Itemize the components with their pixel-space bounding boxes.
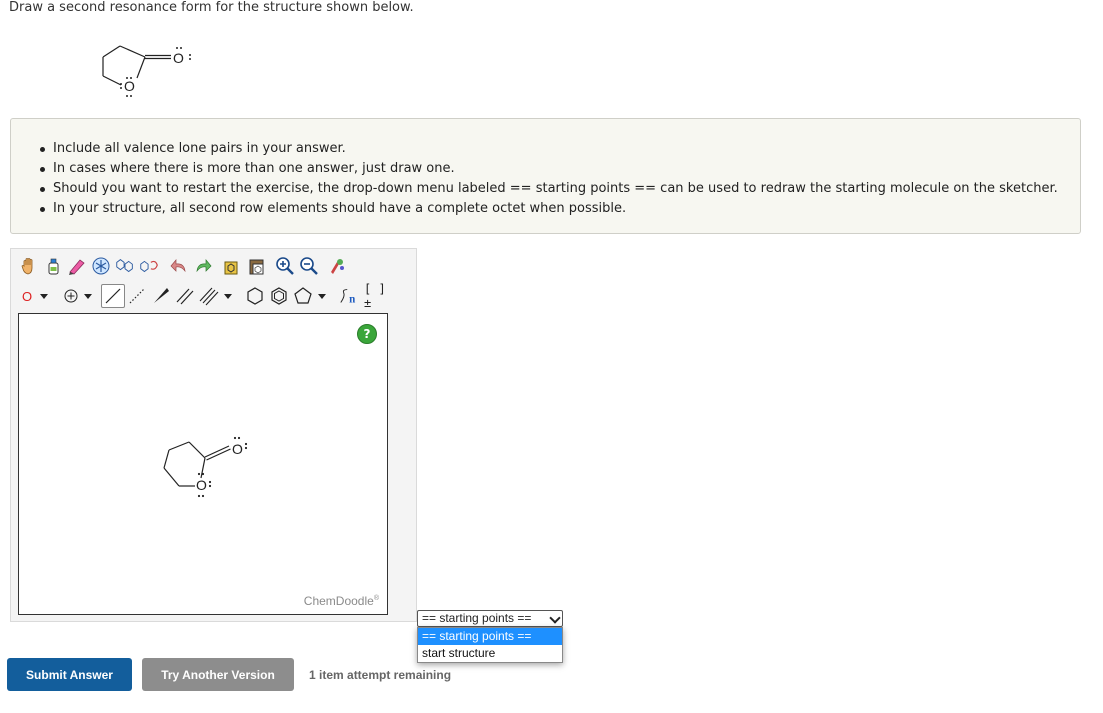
chemdoodle-sketcher: O n []± ? O O ChemDoodle®: [10, 248, 417, 622]
starting-points-options: == starting points == start structure: [417, 627, 563, 663]
chevron-down-icon[interactable]: [318, 293, 326, 299]
molecule-image: O O: [102, 45, 191, 97]
benzene-icon[interactable]: [267, 284, 291, 308]
canvas-carbonyl-oxygen: O: [232, 441, 243, 457]
submit-answer-button[interactable]: Submit Answer: [7, 658, 132, 691]
registered-mark: ®: [373, 595, 379, 602]
svg-text:n: n: [349, 293, 355, 305]
undo-icon[interactable]: [167, 254, 191, 278]
paste-icon[interactable]: [245, 254, 269, 278]
ring-template-icon[interactable]: [113, 254, 137, 278]
canvas-molecule[interactable]: O O: [159, 426, 269, 512]
chevron-down-icon[interactable]: [40, 293, 48, 299]
ring-flip-icon[interactable]: [137, 254, 161, 278]
triple-bond-icon[interactable]: [197, 284, 221, 308]
help-icon[interactable]: ?: [357, 324, 377, 344]
pencil-icon[interactable]: [65, 254, 89, 278]
drawing-canvas[interactable]: ? O O ChemDoodle®: [18, 313, 388, 615]
chevron-down-icon: [549, 612, 561, 624]
instruction-item: In cases where there is more than one an…: [40, 159, 1058, 179]
redo-icon[interactable]: [191, 254, 215, 278]
wedge-bond-icon[interactable]: [149, 284, 173, 308]
atom-template-icon[interactable]: [89, 254, 113, 278]
zoom-out-icon[interactable]: [297, 254, 321, 278]
attempts-remaining: 1 item attempt remaining: [309, 668, 452, 682]
chemdoodle-brand: ChemDoodle®: [303, 594, 379, 608]
toolbar-row-2: O n []±: [17, 282, 389, 310]
chevron-down-icon[interactable]: [84, 293, 92, 299]
eraser-bottle-icon[interactable]: [41, 254, 65, 278]
copy-icon[interactable]: [221, 254, 245, 278]
charge-plus-icon[interactable]: [61, 284, 81, 308]
pentagon-icon[interactable]: [291, 284, 315, 308]
hexagon-icon[interactable]: [243, 284, 267, 308]
instruction-item: Should you want to restart the exercise,…: [40, 179, 1058, 199]
sgroup-icon[interactable]: n: [337, 284, 363, 308]
clean-icon[interactable]: [325, 254, 349, 278]
dashed-bond-icon[interactable]: [125, 284, 149, 308]
option-start-structure[interactable]: start structure: [418, 645, 562, 662]
instructions-box: Include all valence lone pairs in your a…: [10, 118, 1081, 234]
bracket-charge-icon[interactable]: [ ]±: [363, 282, 389, 310]
chevron-down-icon[interactable]: [224, 293, 232, 299]
carbonyl-oxygen-label: O: [173, 50, 184, 66]
canvas-ring-oxygen: O: [196, 477, 207, 493]
instructions-list: Include all valence lone pairs in your a…: [40, 139, 1058, 219]
double-bond-icon[interactable]: [173, 284, 197, 308]
starting-points-select[interactable]: == starting points ==: [417, 610, 563, 627]
toolbar-row-1: [17, 252, 349, 280]
ring-oxygen-label: O: [124, 78, 135, 94]
question-prompt: Draw a second resonance form for the str…: [9, 0, 414, 15]
instruction-item: Include all valence lone pairs in your a…: [40, 139, 1058, 159]
single-bond-icon[interactable]: [101, 284, 125, 308]
instruction-item: In your structure, all second row elemen…: [40, 199, 1058, 219]
try-another-version-button[interactable]: Try Another Version: [142, 658, 294, 691]
zoom-in-icon[interactable]: [273, 254, 297, 278]
element-o-select[interactable]: O: [17, 284, 37, 308]
hand-icon[interactable]: [17, 254, 41, 278]
option-starting-points[interactable]: == starting points ==: [418, 628, 562, 645]
